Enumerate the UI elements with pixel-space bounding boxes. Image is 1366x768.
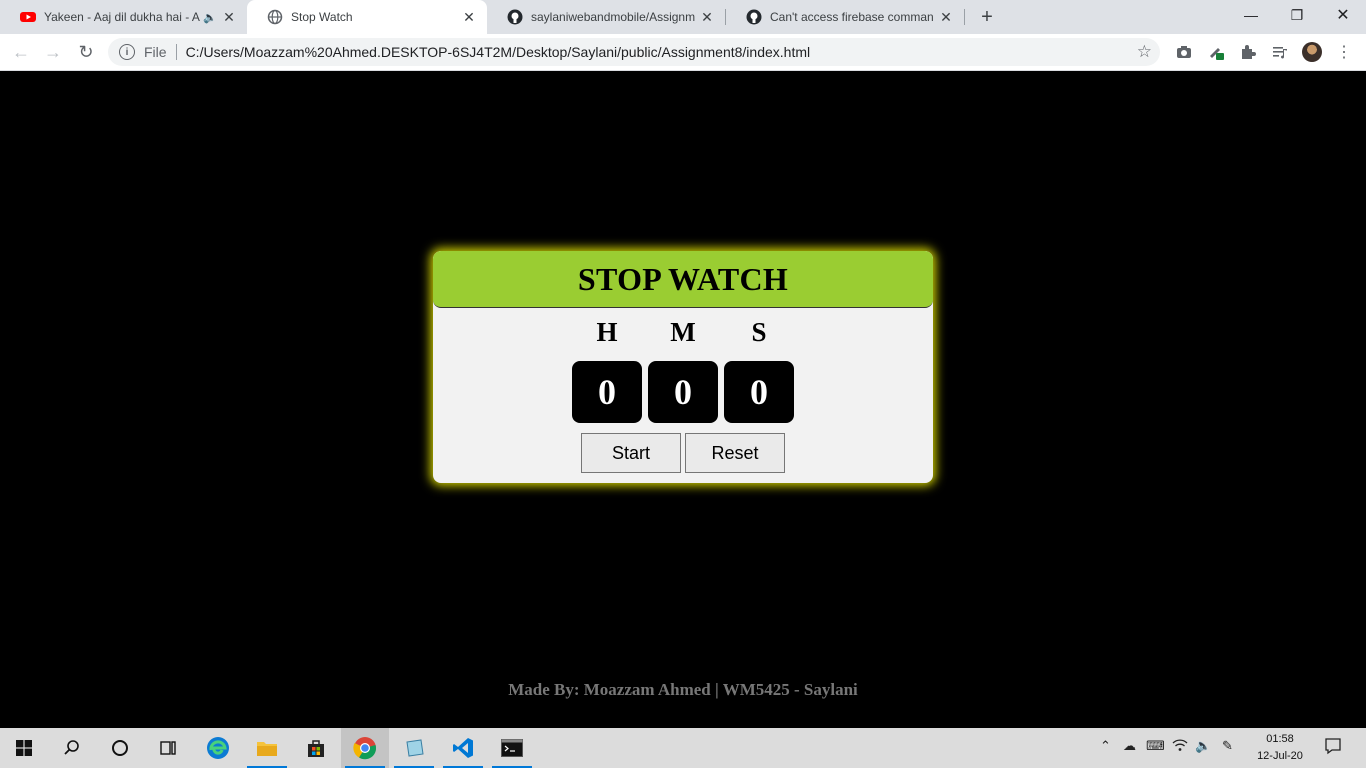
extensions-puzzle-icon[interactable] <box>1238 42 1258 62</box>
bookmark-star-icon[interactable]: ☆ <box>1137 42 1152 62</box>
minimize-button[interactable]: — <box>1228 0 1274 30</box>
start-button[interactable]: Start <box>581 433 681 473</box>
action-center-icon[interactable] <box>1324 737 1342 758</box>
address-scheme: File <box>144 44 167 60</box>
system-clock[interactable]: 01:58 12-Jul-20 <box>1250 731 1310 765</box>
notepad-icon[interactable] <box>390 728 438 768</box>
onedrive-icon[interactable]: ☁ <box>1123 738 1136 754</box>
pen-workspace-icon[interactable]: ✎ <box>1222 738 1233 754</box>
tab-youtube[interactable]: Yakeen - Aaj dil dukha hai - A 🔈 ✕ <box>0 0 247 34</box>
close-tab-icon[interactable]: ✕ <box>699 9 715 25</box>
tab-github-firebase[interactable]: Can't access firebase command a ✕ <box>726 0 964 34</box>
wifi-icon[interactable] <box>1172 738 1188 755</box>
new-tab-button[interactable]: + <box>976 6 998 28</box>
unit-labels: H M S <box>433 317 933 347</box>
footer-credit: Made By: Moazzam Ahmed | WM5425 - Saylan… <box>508 680 858 699</box>
clock-date: 12-Jul-20 <box>1257 750 1303 762</box>
profile-avatar[interactable] <box>1302 42 1322 62</box>
seconds-label: S <box>751 317 767 347</box>
camera-icon[interactable] <box>1174 42 1194 62</box>
forward-button[interactable]: → <box>41 40 65 64</box>
hours-display: 0 <box>572 361 642 423</box>
show-hidden-icons-icon[interactable]: ⌃ <box>1100 738 1111 754</box>
tab-strip: Yakeen - Aaj dil dukha hai - A 🔈 ✕ Stop … <box>0 0 1366 34</box>
media-queue-icon[interactable] <box>1270 42 1290 62</box>
input-indicator-icon[interactable]: ⌨ <box>1146 738 1165 754</box>
back-button[interactable]: ← <box>9 40 33 64</box>
pencil-extension-icon[interactable] <box>1206 42 1226 62</box>
windows-taskbar: ⌃ ☁ ⌨ 🔈 ✎ 01:58 12-Jul-20 <box>0 728 1366 768</box>
youtube-icon <box>20 12 36 22</box>
info-icon[interactable]: i <box>119 44 135 60</box>
stopwatch-header: STOP WATCH <box>433 251 933 308</box>
github-icon <box>746 9 762 25</box>
close-tab-icon[interactable]: ✕ <box>938 9 954 25</box>
tab-divider <box>964 9 965 25</box>
reload-button[interactable]: ↻ <box>74 40 98 64</box>
minutes-label: M <box>670 317 696 347</box>
start-icon[interactable] <box>0 728 48 768</box>
close-window-button[interactable]: ✕ <box>1320 0 1366 30</box>
close-tab-icon[interactable]: ✕ <box>221 9 237 25</box>
tab-stop-watch[interactable]: Stop Watch ✕ <box>247 0 487 34</box>
stopwatch-title: STOP WATCH <box>577 260 789 297</box>
seconds-display: 0 <box>724 361 794 423</box>
task-view-icon[interactable] <box>144 728 192 768</box>
browser-toolbar: ← → ↻ i File C:/Users/Moazzam%20Ahmed.DE… <box>0 34 1366 71</box>
clock-time: 01:58 <box>1266 733 1294 745</box>
volume-icon[interactable]: 🔈 <box>1195 738 1211 754</box>
terminal-icon[interactable] <box>488 728 536 768</box>
file-explorer-icon[interactable] <box>243 728 291 768</box>
menu-kebab-icon[interactable]: ⋮ <box>1334 42 1354 62</box>
restore-button[interactable]: ❐ <box>1274 0 1320 30</box>
globe-icon <box>267 9 283 25</box>
tab-github-assignment[interactable]: saylaniwebandmobile/Assignmen ✕ <box>487 0 725 34</box>
store-icon[interactable] <box>292 728 340 768</box>
vscode-icon[interactable] <box>439 728 487 768</box>
tab-title: Yakeen - Aaj dil dukha hai - A <box>44 10 200 24</box>
reset-button[interactable]: Reset <box>685 433 785 473</box>
page-content: STOP WATCH H M S 0 0 0 Start Reset Made … <box>0 71 1366 728</box>
address-divider <box>175 44 177 60</box>
github-icon <box>507 9 523 25</box>
cortana-icon[interactable] <box>96 728 144 768</box>
edge-icon[interactable] <box>194 728 242 768</box>
minutes-display: 0 <box>648 361 718 423</box>
hours-label: H <box>596 317 618 347</box>
address-url[interactable]: C:/Users/Moazzam%20Ahmed.DESKTOP-6SJ4T2M… <box>186 44 811 60</box>
speaker-icon[interactable]: 🔈 <box>203 11 217 24</box>
tab-title: saylaniwebandmobile/Assignmen <box>531 10 695 24</box>
address-bar[interactable]: i File C:/Users/Moazzam%20Ahmed.DESKTOP-… <box>108 38 1160 66</box>
search-icon[interactable] <box>48 728 96 768</box>
close-tab-icon[interactable]: ✕ <box>461 9 477 25</box>
stopwatch-card: STOP WATCH H M S 0 0 0 Start Reset <box>433 251 933 483</box>
chrome-icon[interactable] <box>341 728 389 768</box>
tab-title: Can't access firebase command a <box>770 10 934 24</box>
tab-title: Stop Watch <box>291 10 353 24</box>
